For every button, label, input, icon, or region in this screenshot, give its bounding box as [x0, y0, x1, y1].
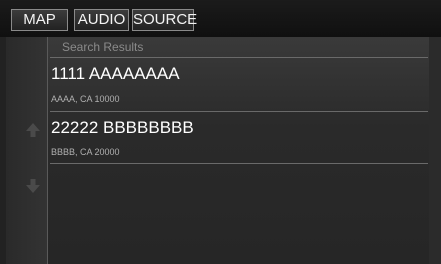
navigation-screen: MAP AUDIO SOURCE Search Results 1111 AAA…	[0, 0, 441, 264]
tab-source[interactable]: SOURCE	[132, 9, 197, 31]
header-separator	[50, 57, 428, 58]
tab-audio[interactable]: AUDIO	[74, 9, 129, 31]
section-header: Search Results	[62, 40, 144, 54]
arrow-down-icon[interactable]	[24, 177, 42, 195]
arrow-up-icon[interactable]	[24, 121, 42, 139]
tab-map[interactable]: MAP	[11, 9, 68, 31]
right-border	[429, 37, 441, 264]
scroll-sidebar	[6, 37, 47, 264]
result-address: BBBB, CA 20000	[51, 147, 120, 157]
result-name[interactable]: 1111 AAAAAAAA	[51, 64, 180, 84]
result-separator	[50, 111, 428, 112]
result-name[interactable]: 22222 BBBBBBBB	[51, 118, 194, 138]
result-address: AAAA, CA 10000	[51, 94, 120, 104]
result-separator	[50, 163, 428, 164]
top-tab-bar: MAP AUDIO SOURCE	[0, 0, 441, 37]
